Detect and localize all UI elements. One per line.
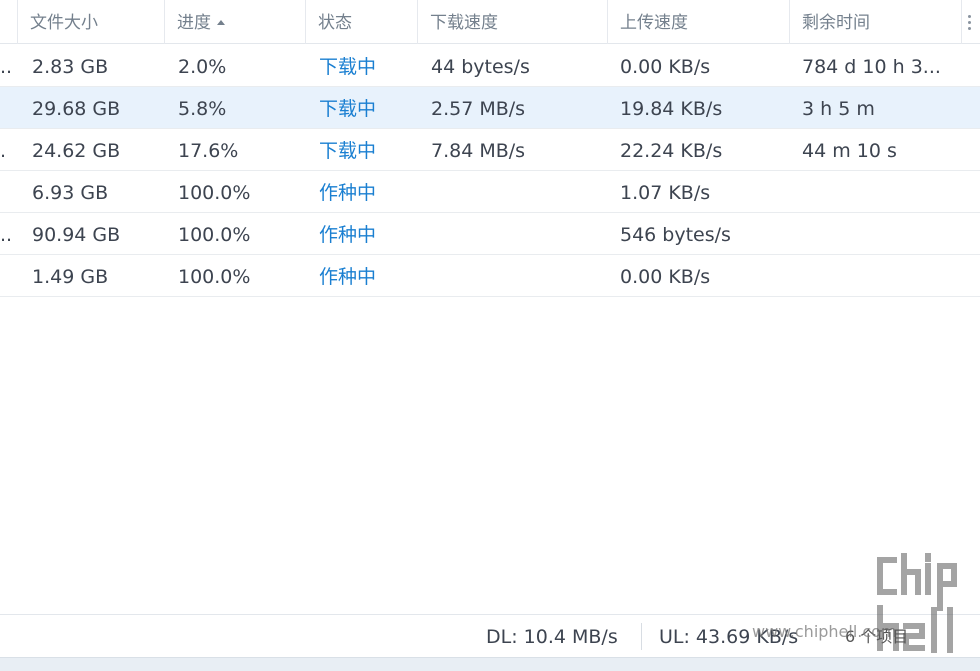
table-row[interactable]: 29.68 GB 5.8% 下载中 2.57 MB/s 19.84 KB/s 3… (0, 87, 980, 129)
remaining-time-cell (790, 255, 950, 296)
column-header-size[interactable]: 文件大小 (18, 0, 165, 44)
upload-speed-cell: 0.00 KB/s (620, 266, 711, 288)
progress-cell: 100.0% (178, 182, 251, 204)
table-row[interactable]: 6.93 GB 100.0% 作种中 1.07 KB/s (0, 171, 980, 213)
task-name-cell (0, 87, 18, 128)
column-header-download-speed-label: 下载速度 (430, 13, 498, 33)
download-speed-cell: 7.84 MB/s (431, 140, 526, 162)
table-row[interactable]: . 24.62 GB 17.6% 下载中 7.84 MB/s 22.24 KB/… (0, 129, 980, 171)
task-name-cell (0, 171, 18, 212)
upload-speed-cell: 1.07 KB/s (620, 182, 711, 204)
chiphell-watermark-logo (877, 553, 957, 653)
column-header-remaining-time[interactable]: 剩余时间 (790, 0, 962, 44)
table-header: 文件大小 进度 状态 下载速度 上传速度 剩余时间 (0, 0, 980, 44)
column-header-download-speed[interactable]: 下载速度 (418, 0, 608, 44)
upload-speed-cell: 0.00 KB/s (620, 56, 711, 78)
column-header-progress-label: 进度 (177, 13, 211, 33)
column-header-upload-speed-label: 上传速度 (620, 13, 688, 33)
remaining-time-cell (790, 171, 950, 212)
task-name-cell: .. (0, 224, 13, 246)
column-header-status[interactable]: 状态 (306, 0, 418, 44)
task-name-cell (0, 255, 18, 296)
column-header-upload-speed[interactable]: 上传速度 (608, 0, 790, 44)
upload-speed-cell: 22.24 KB/s (620, 140, 723, 162)
task-name-cell: .. (0, 56, 13, 78)
status-cell: 作种中 (319, 224, 377, 246)
size-cell: 24.62 GB (32, 140, 121, 162)
progress-cell: 100.0% (178, 266, 251, 288)
table-row[interactable]: .. 2.83 GB 2.0% 下载中 44 bytes/s 0.00 KB/s… (0, 45, 980, 87)
status-cell: 作种中 (319, 266, 377, 288)
remaining-time-cell: 784 d 10 h 3... (802, 56, 941, 78)
table-row[interactable]: 1.49 GB 100.0% 作种中 0.00 KB/s (0, 255, 980, 297)
bottom-edge-bar (0, 657, 980, 671)
progress-cell: 100.0% (178, 224, 251, 246)
status-cell: 下载中 (319, 98, 377, 120)
upload-speed-cell: 19.84 KB/s (620, 98, 723, 120)
download-speed-cell: 44 bytes/s (431, 56, 530, 78)
column-header-progress[interactable]: 进度 (165, 0, 306, 44)
status-cell: 下载中 (319, 56, 377, 78)
column-header-remaining-time-label: 剩余时间 (802, 13, 870, 33)
status-cell: 下载中 (319, 140, 377, 162)
remaining-time-cell: 3 h 5 m (802, 98, 875, 120)
download-speed-cell (419, 213, 608, 254)
download-table-body: .. 2.83 GB 2.0% 下载中 44 bytes/s 0.00 KB/s… (0, 45, 980, 297)
download-speed-cell (419, 171, 608, 212)
remaining-time-cell: 44 m 10 s (802, 140, 897, 162)
progress-cell: 17.6% (178, 140, 239, 162)
sort-ascending-icon (217, 20, 225, 25)
size-cell: 29.68 GB (32, 98, 121, 120)
size-cell: 90.94 GB (32, 224, 121, 246)
column-header-status-label: 状态 (318, 13, 352, 33)
download-speed-cell (419, 255, 608, 296)
status-cell: 作种中 (319, 182, 377, 204)
column-header-name[interactable] (0, 0, 18, 44)
table-row[interactable]: .. 90.94 GB 100.0% 作种中 546 bytes/s (0, 213, 980, 255)
task-name-cell: . (0, 140, 7, 162)
size-cell: 2.83 GB (32, 56, 109, 78)
upload-speed-cell: 546 bytes/s (620, 224, 731, 246)
status-divider (641, 623, 642, 650)
column-header-size-label: 文件大小 (30, 13, 98, 33)
size-cell: 1.49 GB (32, 266, 109, 288)
size-cell: 6.93 GB (32, 182, 109, 204)
download-speed-cell: 2.57 MB/s (431, 98, 526, 120)
total-download-speed: DL: 10.4 MB/s (486, 626, 618, 648)
progress-cell: 2.0% (178, 56, 227, 78)
download-list-window: 文件大小 进度 状态 下载速度 上传速度 剩余时间 .. 2.83 GB 2.0… (0, 0, 980, 671)
column-menu-icon[interactable] (968, 15, 972, 31)
remaining-time-cell (790, 213, 950, 254)
progress-cell: 5.8% (178, 98, 227, 120)
